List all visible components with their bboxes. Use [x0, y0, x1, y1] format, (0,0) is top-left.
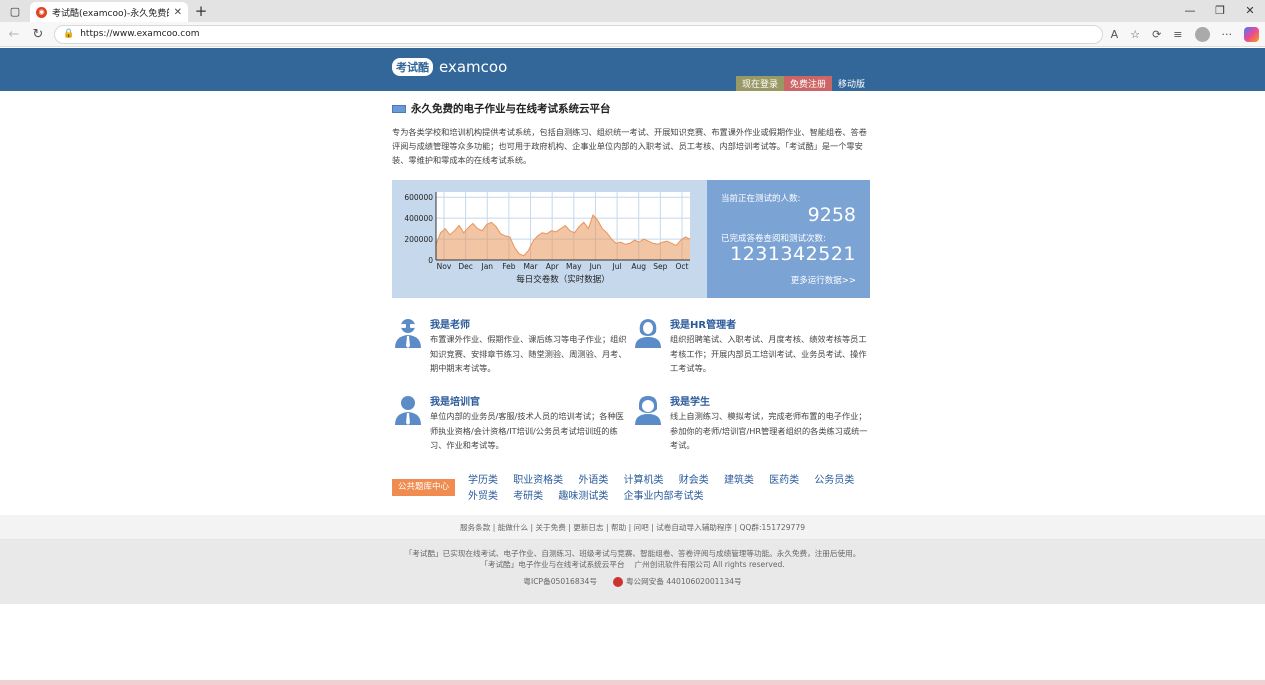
site-header: 考试酷 examcoo 现在登录 免费注册 移动版 — [0, 48, 1265, 95]
site-favicon-icon: ◉ — [36, 6, 47, 18]
role-desc: 布置课外作业、假期作业、课后练习等电子作业；组织知识竞赛、安排章节练习、随堂测验… — [430, 334, 627, 373]
intro-title-text: 永久免费的电子作业与在线考试系统云平台 — [411, 103, 611, 115]
icp-link[interactable]: 粤ICP备05016834号 — [523, 576, 597, 587]
y-tick-label: 600000 — [404, 193, 433, 202]
bank-link[interactable]: 企事业内部考试类 — [624, 489, 704, 505]
chart-svg: 0 200000 400000 600000 Nov Dec Jan Feb Mar Apr May… — [404, 192, 691, 285]
lock-icon[interactable]: 🔒 — [63, 29, 74, 39]
intro-text: 专为各类学校和培训机构提供考试系统，包括自测练习、组织统一考试、开展知识竞赛、布… — [392, 127, 867, 165]
bank-tag[interactable]: 公共题库中心 — [392, 479, 456, 496]
read-aloud-icon[interactable]: A — [1111, 28, 1119, 41]
close-window-icon[interactable]: ✕ — [1235, 0, 1265, 22]
browser-tab[interactable]: ◉ 考试酷(examcoo)-永久免费的电子 ✕ — [30, 2, 188, 22]
hr-manager-icon — [635, 319, 661, 348]
tab-title: 考试酷(examcoo)-永久免费的电子 — [52, 8, 169, 19]
y-tick-label: 200000 — [404, 235, 433, 244]
more-stats-link[interactable]: 更多运行数据>> — [791, 274, 856, 286]
browser-tools: A ☆ ⟳ ≡ ··· — [1111, 26, 1259, 42]
footer-icp: 粤ICP备05016834号 粤公网安备 44010602001134号 — [0, 576, 1265, 587]
footer-line2: 「考试酷」电子作业与在线考试系统云平台 广州创讯软件有限公司 All right… — [480, 560, 785, 569]
maximize-icon[interactable]: ❐ — [1205, 0, 1235, 22]
x-tick-label: Apr — [546, 262, 560, 271]
x-tick-label: Dec — [458, 262, 473, 271]
favorites-icon[interactable]: ≡ — [1173, 28, 1182, 41]
footer: 「考试酷」已实现在线考试、电子作业、自测练习、班级考试与竞赛、智能组卷、答卷评阅… — [0, 540, 1265, 604]
address-toolbar: ← ↻ 🔒 https://www.examcoo.com A ☆ ⟳ ≡ ··… — [0, 22, 1265, 47]
role-desc: 组织招聘笔试、入职考试、月度考核、绩效考核等员工考核工作；开展内部员工培训考试、… — [670, 334, 867, 373]
url-text: https://www.examcoo.com — [80, 29, 200, 39]
bank-link[interactable]: 职业资格类 — [513, 473, 563, 489]
x-tick-label: Jun — [589, 262, 602, 271]
role-title[interactable]: 我是HR管理者 — [670, 316, 736, 331]
x-tick-label: May — [566, 262, 582, 271]
main-content: 永久免费的电子作业与在线考试系统云平台 专为各类学校和培训机构提供考试系统，包括… — [0, 91, 1265, 515]
new-tab-button[interactable]: + — [188, 2, 214, 20]
page: 考试酷 examcoo 现在登录 免费注册 移动版 永久免费的电子作业与在线考试… — [0, 48, 1265, 685]
logo-name: examcoo — [439, 58, 508, 76]
role-title[interactable]: 我是培训官 — [430, 393, 480, 408]
x-tick-label: Jan — [480, 262, 493, 271]
bank-link[interactable]: 考研类 — [513, 489, 543, 505]
bank-link[interactable]: 医药类 — [769, 473, 799, 489]
police-badge-icon — [612, 577, 623, 587]
bank-link[interactable]: 计算机类 — [624, 473, 664, 489]
x-tick-label: Feb — [502, 262, 516, 271]
x-tick-label: Sep — [653, 262, 667, 271]
role-desc: 单位内部的业务员/客服/技术人员的培训考试；各种医师执业资格/会计资格/IT培训… — [430, 411, 624, 450]
stats-box: 当前正在测试的人数: 9258 已完成答卷查阅和测试次数: 1231342521… — [707, 180, 870, 298]
refresh-icon[interactable]: ↻ — [30, 27, 46, 42]
logo-badge: 考试酷 — [392, 58, 433, 76]
x-tick-label: Nov — [437, 262, 452, 271]
footer-line1: 「考试酷」已实现在线考试、电子作业、自测练习、班级考试与竞赛、智能组卷、答卷评阅… — [404, 549, 861, 558]
x-tick-label: Jul — [612, 262, 622, 271]
bank-link[interactable]: 外贸类 — [468, 489, 498, 505]
bank-link[interactable]: 建筑类 — [724, 473, 754, 489]
window-menu-icon[interactable]: ▢ — [0, 5, 30, 18]
role-title[interactable]: 我是学生 — [670, 393, 710, 408]
x-axis-label: 每日交卷数（实时数据） — [516, 274, 610, 285]
police-text: 粤公网安备 44010602001134号 — [625, 577, 742, 586]
title-bullet-icon — [392, 104, 406, 113]
bank-link[interactable]: 财会类 — [679, 473, 709, 489]
x-tick-label: Aug — [631, 262, 646, 271]
role-title[interactable]: 我是老师 — [430, 316, 470, 331]
window-controls: — ❐ ✕ — [1175, 0, 1265, 22]
trainer-icon — [395, 396, 421, 425]
bank-link[interactable]: 外语类 — [578, 473, 608, 489]
address-bar[interactable]: 🔒 https://www.examcoo.com — [54, 24, 1103, 44]
bank-links: 学历类 职业资格类 外语类 计算机类 财会类 建筑类 医药类 公务员类 外贸类 … — [468, 473, 874, 505]
testing-label: 当前正在测试的人数: — [721, 194, 801, 204]
more-menu-icon[interactable]: ··· — [1222, 28, 1233, 41]
y-tick-label: 400000 — [404, 214, 433, 223]
site-logo[interactable]: 考试酷 examcoo — [392, 58, 507, 76]
taskbar-edge — [0, 680, 1265, 685]
footer-links[interactable]: 服务条款 | 能做什么 | 关于免费 | 更新日志 | 帮助 | 问吧 | 试卷… — [0, 515, 1265, 540]
close-tab-icon[interactable]: ✕ — [174, 7, 182, 18]
x-tick-label: Oct — [676, 262, 689, 271]
testing-value: 9258 — [807, 204, 856, 226]
copilot-icon[interactable] — [1244, 26, 1259, 42]
bank-link[interactable]: 公务员类 — [814, 473, 854, 489]
bank-link[interactable]: 趣味测试类 — [558, 489, 608, 505]
minimize-icon[interactable]: — — [1175, 0, 1205, 22]
police-record[interactable]: 粤公网安备 44010602001134号 — [612, 576, 742, 587]
intro-title: 永久免费的电子作业与在线考试系统云平台 — [392, 101, 611, 116]
y-tick-label: 0 — [428, 256, 433, 265]
page-blank — [0, 604, 1265, 684]
browser-tabbar: ▢ ◉ 考试酷(examcoo)-永久免费的电子 ✕ + — ❐ ✕ — [0, 0, 1265, 22]
back-icon[interactable]: ← — [6, 27, 22, 42]
teacher-icon — [395, 319, 421, 348]
role-desc: 线上自测练习、模拟考试，完成老师布置的电子作业；参加你的老师/培训官/HR管理者… — [670, 411, 868, 450]
x-tick-label: Mar — [523, 262, 538, 271]
profile-avatar-icon[interactable] — [1194, 26, 1210, 42]
bank-link[interactable]: 学历类 — [468, 473, 498, 489]
stats-panel: 0 200000 400000 600000 Nov Dec Jan Feb Mar Apr May… — [392, 180, 870, 298]
student-icon — [635, 396, 661, 425]
favorite-star-icon[interactable]: ☆ — [1130, 28, 1140, 41]
completed-value: 1231342521 — [730, 243, 856, 265]
extensions-icon[interactable]: ⟳ — [1152, 28, 1161, 41]
daily-submissions-chart: 0 200000 400000 600000 Nov Dec Jan Feb Mar Apr May… — [392, 180, 707, 298]
